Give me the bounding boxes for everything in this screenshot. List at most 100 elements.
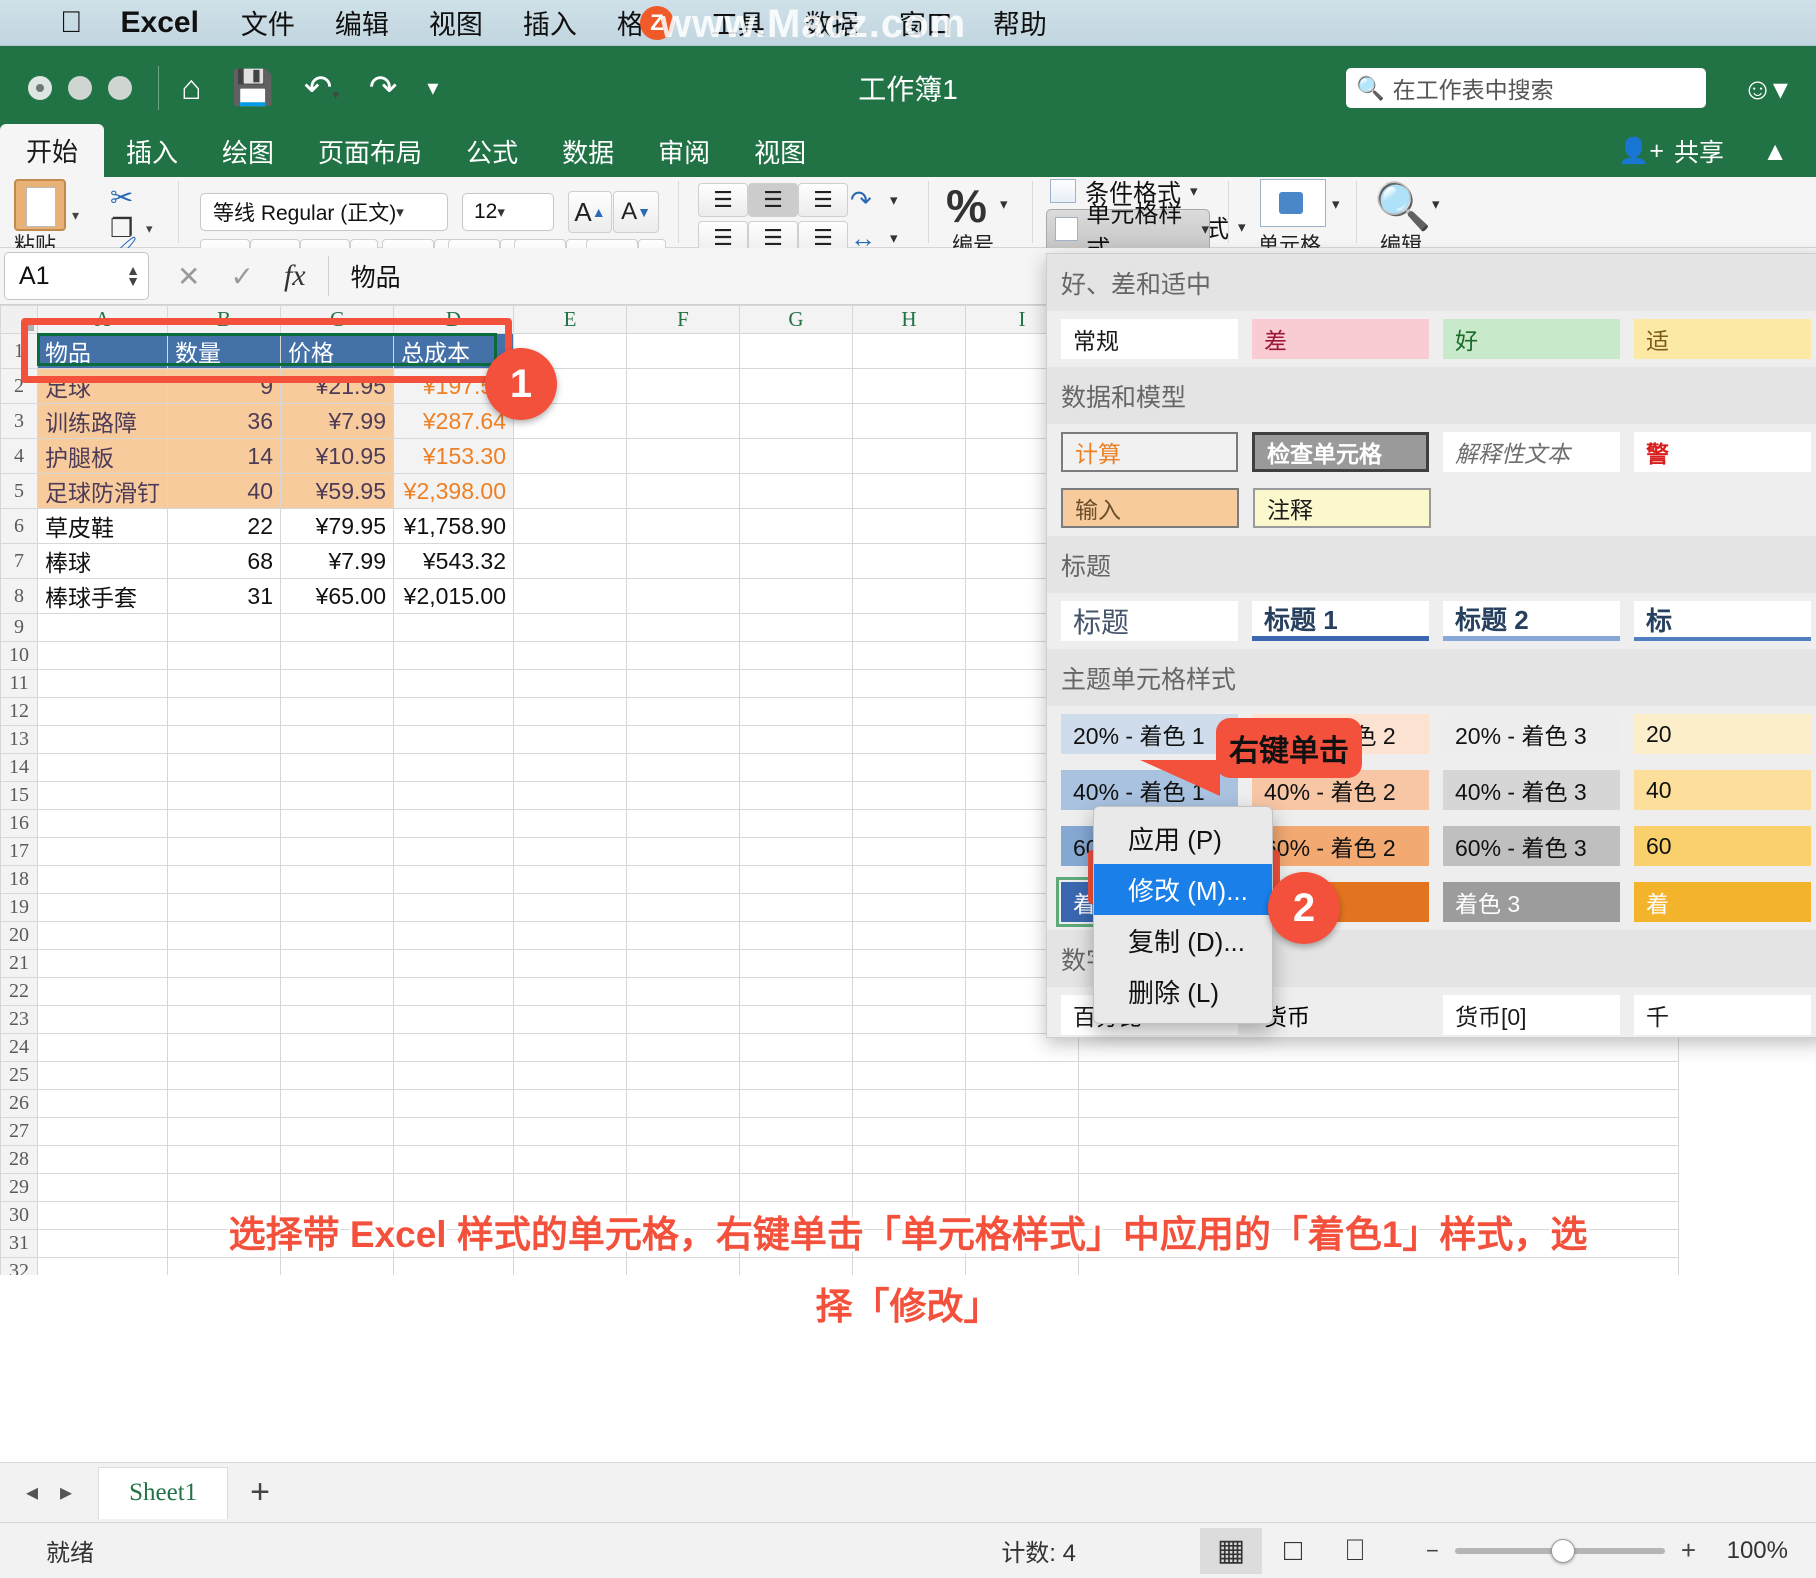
zoom-slider[interactable] (1454, 1538, 1665, 1563)
grid-cell[interactable] (167, 1061, 281, 1090)
grid-cell[interactable] (513, 893, 627, 922)
style-swatch-40-着色3[interactable]: 40% - 着色 3 (1443, 770, 1620, 810)
grid-cell[interactable] (513, 753, 627, 782)
style-swatch-着[interactable]: 着 (1634, 882, 1811, 922)
grid-cell[interactable] (852, 1145, 966, 1174)
grid-cell[interactable] (37, 949, 168, 978)
grid-cell[interactable] (626, 921, 740, 950)
grid-cell[interactable] (852, 1173, 966, 1202)
grid-cell[interactable] (280, 697, 394, 726)
tab-data[interactable]: 数据 (540, 126, 636, 177)
grid-cell[interactable] (626, 669, 740, 698)
grid-cell[interactable] (626, 1257, 740, 1275)
grid-cell[interactable] (393, 1145, 514, 1174)
grid-cell[interactable] (167, 781, 281, 810)
grid-cell[interactable] (852, 949, 966, 978)
grid-cell[interactable] (626, 725, 740, 754)
grid-cell[interactable] (852, 669, 966, 698)
grid-cell[interactable] (626, 641, 740, 670)
normal-view-icon[interactable]: ▦ (1200, 1527, 1262, 1574)
grid-cell[interactable] (852, 725, 966, 754)
grid-cell[interactable] (513, 1173, 627, 1202)
style-swatch-解释性文本[interactable]: 解释性文本 (1443, 432, 1621, 472)
grid-cell[interactable] (739, 697, 853, 726)
style-swatch-标题[interactable]: 标题 (1061, 601, 1238, 641)
next-sheet-icon[interactable]: ▸ (60, 1478, 72, 1507)
grid-cell[interactable] (280, 1257, 394, 1275)
grid-cell[interactable] (280, 1117, 394, 1146)
row-header[interactable]: 2 (0, 368, 38, 404)
grid-cell[interactable] (739, 508, 853, 544)
grid-cell[interactable] (513, 438, 627, 474)
grid-cell[interactable] (167, 753, 281, 782)
share-button[interactable]: 👤+ 共享 (1618, 133, 1724, 169)
cell-styles-button[interactable]: 单元格样式 ▾ (1046, 201, 1210, 263)
close-icon[interactable]: ✕ (177, 260, 200, 293)
grid-cell[interactable] (167, 809, 281, 838)
grid-cell[interactable] (167, 613, 281, 642)
grid-cell[interactable] (37, 1173, 168, 1202)
grid-cell[interactable] (513, 1033, 627, 1062)
grid-cell[interactable] (513, 809, 627, 838)
prev-sheet-icon[interactable]: ◂ (26, 1478, 38, 1507)
grid-cell[interactable] (167, 1005, 281, 1034)
grid-cell[interactable] (37, 865, 168, 894)
grid-cell[interactable] (739, 977, 853, 1006)
column-header-d[interactable]: D (393, 305, 514, 334)
style-swatch-20-着色1[interactable]: 20% - 着色 1 (1061, 714, 1238, 754)
grid-cell[interactable] (739, 578, 853, 614)
grid-cell[interactable] (393, 753, 514, 782)
menu-item-window[interactable]: 窗口 (899, 3, 953, 42)
grid-cell[interactable]: 14 (167, 438, 281, 474)
grid-cell[interactable] (167, 669, 281, 698)
style-swatch-货币[0][interactable]: 货币[0] (1443, 995, 1620, 1035)
grid-cell[interactable] (513, 837, 627, 866)
app-name-label[interactable]: Excel (121, 6, 199, 40)
grid-cell[interactable] (739, 1173, 853, 1202)
grid-cell[interactable] (626, 1089, 740, 1118)
grid-cell[interactable]: 棒球手套 (37, 578, 168, 614)
grid-cell[interactable] (393, 809, 514, 838)
tab-draw[interactable]: 绘图 (200, 126, 296, 177)
grid-cell[interactable] (37, 697, 168, 726)
grid-cell[interactable] (852, 1117, 966, 1146)
grid-cell[interactable] (852, 781, 966, 810)
grid-cell[interactable] (852, 809, 966, 838)
table-row[interactable]: 28 (0, 1145, 1679, 1174)
grid-cell[interactable]: 棒球 (37, 543, 168, 579)
grid-cell[interactable] (739, 613, 853, 642)
fx-icon[interactable]: fx (284, 259, 306, 293)
grid-cell[interactable] (739, 473, 853, 509)
grid-cell[interactable] (1078, 1145, 1679, 1174)
cells-caret-icon[interactable]: ▾ (1332, 195, 1340, 213)
save-icon[interactable]: 💾 (232, 71, 274, 105)
row-header[interactable]: 28 (0, 1145, 38, 1174)
grid-cell[interactable] (626, 977, 740, 1006)
grid-cell[interactable] (280, 613, 394, 642)
grid-cell[interactable] (513, 1257, 627, 1275)
grid-cell[interactable]: 36 (167, 403, 281, 439)
grid-cell[interactable] (393, 1005, 514, 1034)
grid-cell[interactable] (965, 1089, 1079, 1118)
column-header-a[interactable]: A (37, 305, 168, 334)
menu-item-file[interactable]: 文件 (241, 3, 295, 42)
grid-cell[interactable] (37, 1005, 168, 1034)
grid-cell[interactable] (167, 1173, 281, 1202)
style-swatch-货币[interactable]: 货币 (1252, 995, 1429, 1035)
style-swatch-常规[interactable]: 常规 (1061, 319, 1238, 359)
menu-item-view[interactable]: 视图 (429, 3, 483, 42)
grid-cell[interactable] (393, 613, 514, 642)
row-header[interactable]: 9 (0, 613, 38, 642)
grid-cell[interactable] (280, 1033, 394, 1062)
grid-cell[interactable]: ¥7.99 (280, 543, 394, 579)
context-menu-item-delete[interactable]: 删除 (L) (1094, 966, 1272, 1017)
grid-cell[interactable] (739, 809, 853, 838)
tab-home[interactable]: 开始 (0, 124, 105, 177)
style-swatch-警[interactable]: 警 (1634, 432, 1811, 472)
menu-item-insert[interactable]: 插入 (523, 3, 577, 42)
menu-item-help[interactable]: 帮助 (993, 3, 1047, 42)
row-header[interactable]: 1 (0, 333, 38, 369)
grid-cell[interactable] (626, 473, 740, 509)
row-header[interactable]: 20 (0, 921, 38, 950)
grid-cell[interactable]: 护腿板 (37, 438, 168, 474)
